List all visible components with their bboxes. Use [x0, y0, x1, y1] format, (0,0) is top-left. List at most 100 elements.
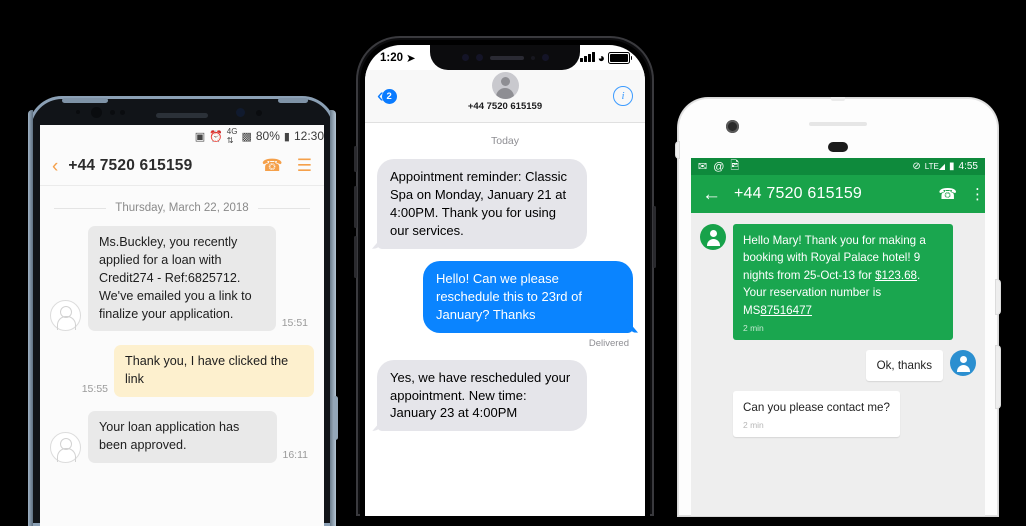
android-screen: ✉ @ 🖻 ⊘ LTE◢ ▮ 4:55 ← +44 7520 615159 ☎ … — [691, 158, 985, 516]
android-phone-mockup: ✉ @ 🖻 ⊘ LTE◢ ▮ 4:55 ← +44 7520 615159 ☎ … — [676, 97, 1000, 516]
samsung-message-list: Thursday, March 22, 2018 Ms.Buckley, you… — [40, 186, 324, 463]
message-row-incoming: Hello Mary! Thank you for making a booki… — [700, 224, 976, 340]
samsung-earpiece-speaker — [156, 113, 208, 118]
message-row-outgoing: Hello! Can we please reschedule this to … — [377, 260, 633, 333]
samsung-front-camera — [91, 107, 102, 118]
message-row-incoming: Your loan application has been approved.… — [50, 411, 314, 463]
iphone-volume-up-button[interactable] — [354, 186, 357, 228]
samsung-power-button[interactable] — [333, 396, 338, 440]
battery-icon: ▮ — [949, 161, 955, 172]
battery-icon — [608, 51, 632, 64]
lte-signal-icon: LTE◢ — [924, 162, 946, 171]
proximity-sensor-icon — [530, 55, 535, 60]
message-time: 2 min — [743, 322, 764, 333]
alarm-icon: ⏰ — [209, 130, 223, 143]
message-bubble: Appointment reminder: Classic Spa on Mon… — [377, 159, 587, 249]
iphone-mockup: 1:20 ➤ ◕ ‹ 2 +44 7520 615159 i Today App… — [354, 36, 656, 516]
message-row-incoming: Ms.Buckley, you recently applied for a l… — [50, 226, 314, 332]
android-message-list: Hello Mary! Thank you for making a booki… — [691, 213, 985, 438]
iphone-power-button[interactable] — [653, 206, 656, 268]
message-bubble: Ms.Buckley, you recently applied for a l… — [88, 226, 276, 332]
signal-icon: ▩ — [241, 130, 252, 143]
contact-number-title: +44 7520 615159 — [734, 185, 863, 202]
day-divider: Today — [490, 135, 520, 147]
message-bubble: Your loan application has been approved. — [88, 411, 277, 463]
message-bubble: Yes, we have rescheduled your appointmen… — [377, 359, 587, 432]
samsung-status-bar: ▣ ⏰ 4G ⇅ ▩ 80% ▮ 12:30 — [40, 125, 324, 147]
wifi-icon: ◕ — [597, 50, 605, 65]
earpiece-speaker — [489, 55, 524, 60]
samsung-right-edge — [330, 110, 336, 526]
arrow-back-icon[interactable]: ← — [702, 185, 721, 204]
sim-icon: ▣ — [194, 130, 206, 143]
samsung-led-indicator — [256, 110, 262, 116]
4g-icon: 4G ⇅ — [226, 127, 238, 145]
android-power-button[interactable] — [996, 280, 1000, 314]
message-text: Can you please contact me? — [743, 401, 890, 415]
iphone-navigation-bar: ‹ 2 +44 7520 615159 i — [365, 70, 645, 123]
message-bubble: Ok, thanks — [865, 349, 943, 382]
samsung-phone-mockup: ▣ ⏰ 4G ⇅ ▩ 80% ▮ 12:30 ‹ +44 7520 615159 … — [28, 96, 338, 526]
status-clock: 1:20 — [380, 51, 404, 64]
date-divider: Thursday, March 22, 2018 — [50, 202, 314, 214]
reservation-number-link[interactable]: 87516477 — [760, 304, 812, 317]
more-vert-icon[interactable]: ⋮ — [970, 187, 985, 202]
call-icon[interactable]: ☎ — [262, 156, 283, 176]
at-icon: @ — [713, 160, 725, 173]
battery-percent: 80% — [255, 129, 280, 143]
proximity-sensor-icon — [828, 142, 848, 152]
samsung-sensor-dot — [76, 110, 80, 114]
avatar — [491, 72, 519, 99]
avatar — [50, 300, 81, 332]
message-row-incoming: Can you please contact me? 2 min — [700, 391, 976, 438]
message-bubble: Hello! Can we please reschedule this to … — [423, 260, 633, 333]
contact-number-title: +44 7520 615159 — [467, 101, 543, 112]
iphone-notch — [430, 45, 580, 70]
message-row-incoming: Appointment reminder: Classic Spa on Mon… — [377, 159, 633, 249]
signal-bars-icon — [580, 52, 595, 62]
message-bubble: Hello Mary! Thank you for making a booki… — [733, 224, 953, 340]
message-bubble: Thank you, I have clicked the link — [114, 345, 314, 398]
message-time: 15:51 — [281, 317, 308, 330]
android-app-bar: ← +44 7520 615159 ☎ ⋮ — [691, 175, 985, 213]
front-camera-icon — [461, 54, 469, 61]
message-row-outgoing: 15:55 Thank you, I have clicked the link — [50, 345, 314, 398]
status-clock: 12:30 — [293, 129, 324, 143]
dot-projector-icon — [541, 54, 549, 61]
iphone-volume-down-button[interactable] — [354, 236, 357, 278]
android-volume-button[interactable] — [996, 346, 1000, 408]
mail-icon: ✉ — [698, 161, 708, 173]
android-status-bar: ✉ @ 🖻 ⊘ LTE◢ ▮ 4:55 — [691, 158, 985, 175]
delivery-status: Delivered — [588, 337, 629, 349]
iphone-mute-switch[interactable] — [354, 146, 357, 172]
iphone-screen: 1:20 ➤ ◕ ‹ 2 +44 7520 615159 i Today App… — [365, 45, 645, 516]
back-icon[interactable]: ‹ — [52, 157, 58, 176]
samsung-conversation-header: ‹ +44 7520 615159 ☎ ☰ — [40, 147, 324, 186]
samsung-proximity-sensor — [110, 110, 115, 115]
status-clock: 4:55 — [958, 161, 978, 172]
android-top-antenna — [831, 97, 845, 101]
message-time: 16:11 — [282, 448, 309, 461]
samsung-top-antenna-right — [278, 98, 308, 103]
avatar — [50, 431, 81, 463]
message-row-outgoing: Ok, thanks — [700, 349, 976, 382]
iphone-message-list: Today Appointment reminder: Classic Spa … — [365, 123, 645, 432]
avatar — [950, 349, 976, 376]
image-icon: 🖻 — [730, 160, 740, 172]
do-not-disturb-icon: ⊘ — [912, 161, 921, 172]
samsung-top-antenna-left — [62, 98, 108, 103]
message-bubble: Can you please contact me? 2 min — [733, 391, 900, 438]
message-time: 15:55 — [81, 383, 108, 396]
menu-icon[interactable]: ☰ — [297, 156, 312, 176]
call-icon[interactable]: ☎ — [938, 185, 957, 203]
earpiece-speaker — [809, 122, 867, 126]
battery-icon: ▮ — [283, 130, 290, 143]
location-arrow-icon: ➤ — [406, 52, 416, 65]
samsung-light-sensor — [120, 110, 125, 115]
infrared-camera-icon — [475, 54, 483, 61]
android-sim-tray — [676, 142, 679, 158]
samsung-iris-scanner — [236, 108, 245, 117]
contact-header[interactable]: +44 7520 615159 — [365, 72, 645, 112]
message-row-incoming: Yes, we have rescheduled your appointmen… — [377, 359, 633, 432]
amount-link[interactable]: $123.68 — [875, 269, 917, 282]
